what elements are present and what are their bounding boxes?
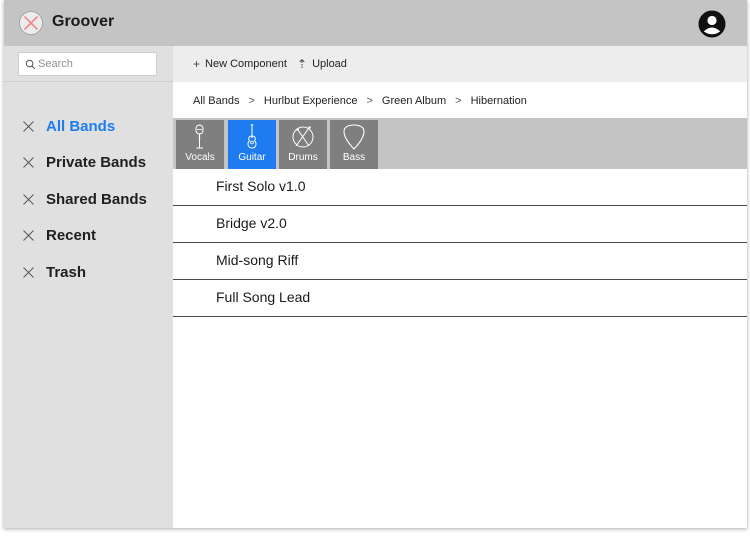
list-item-label: Full Song Lead bbox=[216, 289, 311, 305]
app-header: Groover bbox=[4, 0, 747, 46]
list-item-label: Bridge v2.0 bbox=[216, 215, 287, 231]
close-icon bbox=[23, 229, 34, 241]
close-icon bbox=[23, 266, 34, 278]
list-item[interactable]: First Solo v1.0 bbox=[173, 169, 747, 206]
tab-guitar[interactable]: Guitar bbox=[228, 120, 276, 169]
tab-label: Guitar bbox=[238, 152, 266, 163]
sidebar-item-all-bands[interactable]: All Bands bbox=[22, 114, 115, 138]
list-item[interactable]: Mid-song Riff bbox=[173, 243, 747, 280]
component-list: First Solo v1.0 Bridge v2.0 Mid-song Rif… bbox=[173, 169, 747, 317]
guitar-pick-icon bbox=[343, 124, 365, 150]
sidebar-item-label: Shared Bands bbox=[46, 190, 147, 208]
close-icon bbox=[23, 120, 34, 132]
sidebar-item-label: Trash bbox=[46, 263, 87, 281]
sidebar-divider bbox=[4, 81, 173, 82]
tab-label: Bass bbox=[342, 152, 366, 163]
microphone-icon bbox=[195, 124, 204, 149]
drum-icon bbox=[292, 126, 314, 148]
tab-label: Vocals bbox=[185, 152, 215, 163]
sidebar-item-label: Recent bbox=[46, 226, 97, 244]
breadcrumb: All Bands > Hurlbut Experience > Green A… bbox=[193, 94, 527, 108]
upload-icon: ⇡ bbox=[297, 57, 308, 71]
new-component-label: New Component bbox=[205, 58, 287, 70]
breadcrumb-separator-icon: > bbox=[455, 95, 462, 107]
search-box bbox=[18, 52, 157, 76]
tab-drums[interactable]: Drums bbox=[279, 120, 327, 169]
tab-bass[interactable]: Bass bbox=[330, 120, 378, 169]
guitar-icon bbox=[247, 124, 257, 149]
breadcrumb-album[interactable]: Green Album bbox=[382, 95, 446, 107]
breadcrumb-band[interactable]: Hurlbut Experience bbox=[264, 95, 358, 107]
sidebar-item-trash[interactable]: Trash bbox=[22, 260, 86, 284]
app-title: Groover bbox=[52, 13, 115, 30]
sidebar: All Bands Private Bands Shared Bands Rec… bbox=[4, 46, 173, 528]
tab-vocals[interactable]: Vocals bbox=[176, 120, 224, 169]
close-icon bbox=[23, 156, 34, 168]
list-item[interactable]: Bridge v2.0 bbox=[173, 206, 747, 243]
new-component-button[interactable]: + New Component bbox=[193, 56, 287, 72]
breadcrumb-separator-icon: > bbox=[366, 95, 373, 107]
app-logo-icon bbox=[19, 11, 43, 35]
breadcrumb-song[interactable]: Hibernation bbox=[471, 95, 527, 107]
sidebar-item-shared-bands[interactable]: Shared Bands bbox=[22, 187, 147, 211]
sidebar-item-private-bands[interactable]: Private Bands bbox=[22, 150, 146, 174]
search-input[interactable] bbox=[38, 55, 150, 73]
breadcrumb-all-bands[interactable]: All Bands bbox=[193, 95, 239, 107]
sidebar-item-recent[interactable]: Recent bbox=[22, 223, 96, 247]
main-content: + New Component ⇡ Upload All Bands > Hur… bbox=[173, 46, 747, 528]
user-account-icon[interactable] bbox=[698, 10, 726, 38]
close-icon bbox=[23, 193, 34, 205]
app-window: Groover All Bands Private Bands Shared B… bbox=[4, 0, 747, 528]
instrument-tabs: Vocals Guitar Drums Bass bbox=[173, 118, 747, 169]
tab-label: Drums bbox=[288, 152, 318, 163]
list-item-label: First Solo v1.0 bbox=[216, 178, 306, 194]
search-icon bbox=[25, 59, 36, 70]
list-item[interactable]: Full Song Lead bbox=[173, 280, 747, 317]
toolbar: + New Component ⇡ Upload bbox=[173, 46, 747, 82]
sidebar-item-label: Private Bands bbox=[46, 153, 147, 171]
breadcrumb-separator-icon: > bbox=[248, 95, 255, 107]
plus-icon: + bbox=[193, 57, 201, 71]
sidebar-item-label: All Bands bbox=[46, 117, 116, 135]
upload-label: Upload bbox=[312, 58, 347, 70]
upload-button[interactable]: ⇡ Upload bbox=[297, 56, 347, 72]
list-item-label: Mid-song Riff bbox=[216, 252, 299, 268]
